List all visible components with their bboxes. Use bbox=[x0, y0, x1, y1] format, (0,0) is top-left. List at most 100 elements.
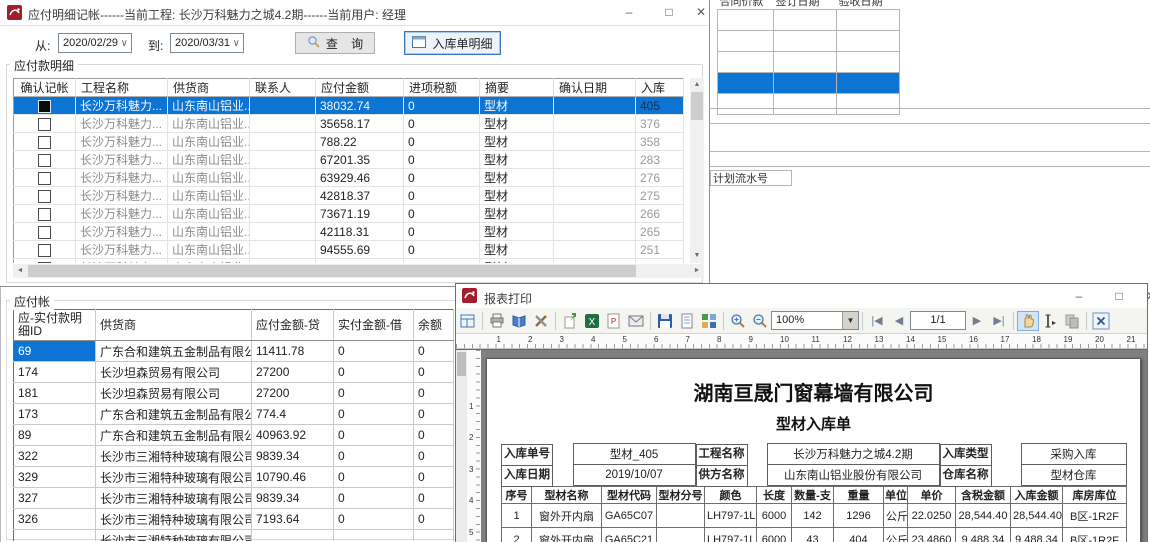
cell[interactable]: 型材 bbox=[480, 223, 554, 241]
column-header[interactable]: 签订日期 bbox=[774, 0, 837, 10]
minimize-button[interactable]: – bbox=[612, 0, 646, 24]
save-icon[interactable] bbox=[654, 311, 676, 331]
cell[interactable] bbox=[774, 10, 837, 31]
cell[interactable] bbox=[837, 52, 900, 73]
cell[interactable]: 0 bbox=[404, 241, 480, 259]
cell[interactable] bbox=[334, 530, 414, 542]
confirm-checkbox[interactable] bbox=[38, 208, 51, 221]
cell[interactable]: 长沙万科魅力... bbox=[76, 187, 168, 205]
cell[interactable]: 376 bbox=[636, 115, 684, 133]
cell[interactable]: 0 bbox=[404, 151, 480, 169]
export-pdf-icon[interactable]: P bbox=[603, 311, 625, 331]
cell[interactable]: 9839.34 bbox=[252, 446, 334, 467]
cell[interactable]: 长沙万科魅力... bbox=[76, 97, 168, 115]
chevron-down-icon[interactable]: ▼ bbox=[842, 312, 858, 329]
vertical-scrollbar[interactable]: ▲ ▼ bbox=[690, 78, 704, 263]
cell[interactable] bbox=[774, 52, 837, 73]
payable-row[interactable]: 329长沙市三湘特种玻璃有限公司10790.4600 bbox=[14, 467, 454, 488]
cell[interactable]: 山东南山铝业... bbox=[168, 151, 250, 169]
cell[interactable]: 山东南山铝业... bbox=[168, 169, 250, 187]
cell[interactable]: 326 bbox=[14, 509, 96, 530]
cell[interactable]: 0 bbox=[414, 362, 454, 383]
bg-row[interactable] bbox=[718, 94, 900, 115]
design-view-icon[interactable] bbox=[457, 311, 479, 331]
cell[interactable]: 山东南山铝业... bbox=[168, 223, 250, 241]
cell[interactable]: 0 bbox=[334, 425, 414, 446]
cell[interactable]: 0 bbox=[404, 97, 480, 115]
cell[interactable] bbox=[14, 530, 96, 542]
cell[interactable] bbox=[250, 151, 316, 169]
payable-detail-row[interactable]: 长沙万科魅力...山东南山铝业...42118.310型材265 bbox=[14, 223, 684, 241]
bg-row[interactable] bbox=[718, 52, 900, 73]
cell[interactable] bbox=[837, 10, 900, 31]
inbound-detail-button[interactable]: 入库单明细 bbox=[404, 31, 501, 55]
next-page-button[interactable]: ▶ bbox=[966, 311, 988, 331]
cell[interactable]: 0 bbox=[404, 223, 480, 241]
cell[interactable]: 73671.19 bbox=[316, 205, 404, 223]
payable-row[interactable]: 326长沙市三湘特种玻璃有限公司7193.6400 bbox=[14, 509, 454, 530]
minimize-button[interactable]: – bbox=[1062, 284, 1096, 308]
column-header[interactable]: 验收日期 bbox=[837, 0, 900, 10]
bg-row[interactable] bbox=[718, 10, 900, 31]
cell[interactable] bbox=[554, 169, 636, 187]
cell[interactable]: 长沙万科魅力... bbox=[76, 133, 168, 151]
cell[interactable]: 35658.17 bbox=[316, 115, 404, 133]
cell[interactable]: 长沙万科魅力... bbox=[76, 205, 168, 223]
cell[interactable]: 0 bbox=[334, 404, 414, 425]
cell[interactable] bbox=[250, 259, 316, 264]
cell[interactable]: 0 bbox=[414, 446, 454, 467]
cell[interactable]: 329 bbox=[14, 467, 96, 488]
confirm-checkbox[interactable] bbox=[38, 172, 51, 185]
cell-confirm[interactable] bbox=[14, 223, 76, 241]
scroll-down-icon[interactable]: ▼ bbox=[690, 250, 704, 262]
cell[interactable]: 0 bbox=[414, 404, 454, 425]
cell[interactable]: 广东合和建筑五金制品有限公司 bbox=[96, 341, 252, 362]
payable-detail-row[interactable]: 长沙万科魅力...山东南山铝业...94555.690型材251 bbox=[14, 241, 684, 259]
cell[interactable]: 42818.37 bbox=[316, 187, 404, 205]
cell[interactable]: 长沙市三湘特种玻璃有限公司 bbox=[96, 467, 252, 488]
cell[interactable]: 山东南山铝业... bbox=[168, 187, 250, 205]
cell[interactable]: 173 bbox=[14, 404, 96, 425]
column-header[interactable]: 工程名称 bbox=[76, 79, 168, 97]
from-date-select[interactable]: 2020/02/29∨ bbox=[58, 33, 132, 53]
cell[interactable] bbox=[414, 530, 454, 542]
payable-detail-row[interactable]: 长沙万科魅力...山东南山铝业...42818.370型材275 bbox=[14, 187, 684, 205]
cell[interactable] bbox=[837, 94, 900, 115]
cell[interactable]: 0 bbox=[414, 341, 454, 362]
cell[interactable]: 10790.46 bbox=[252, 467, 334, 488]
cell[interactable]: 长沙万科魅力... bbox=[76, 169, 168, 187]
confirm-checkbox[interactable] bbox=[38, 190, 51, 203]
vertical-scrollbar[interactable] bbox=[456, 350, 467, 542]
cell[interactable]: 长沙万科魅力... bbox=[76, 223, 168, 241]
column-header[interactable]: 联系人 bbox=[250, 79, 316, 97]
cell-confirm[interactable] bbox=[14, 97, 76, 115]
column-header[interactable]: 应-实付款明细ID bbox=[14, 310, 96, 341]
cell[interactable]: 型材 bbox=[480, 151, 554, 169]
cell[interactable]: 长沙市三湘特种玻璃有限公司 bbox=[96, 446, 252, 467]
cell[interactable] bbox=[554, 241, 636, 259]
cell-confirm[interactable] bbox=[14, 169, 76, 187]
cell[interactable] bbox=[837, 73, 900, 94]
column-header[interactable]: 实付金额-借 bbox=[334, 310, 414, 341]
chevron-down-icon[interactable]: ∨ bbox=[233, 35, 240, 53]
cell[interactable] bbox=[554, 133, 636, 151]
scroll-up-icon[interactable]: ▲ bbox=[690, 79, 704, 91]
cell[interactable]: 长沙市三湘特种玻璃有限公司 bbox=[96, 530, 252, 542]
cell-confirm[interactable] bbox=[14, 187, 76, 205]
cell[interactable] bbox=[554, 115, 636, 133]
column-header[interactable]: 合同价款 bbox=[718, 0, 774, 10]
confirm-checkbox[interactable] bbox=[38, 118, 51, 131]
cell[interactable]: 63929.46 bbox=[316, 169, 404, 187]
cell[interactable]: 40963.92 bbox=[252, 425, 334, 446]
cell[interactable]: 0 bbox=[334, 467, 414, 488]
cell[interactable]: 山东南山铝业... bbox=[168, 205, 250, 223]
confirm-checkbox[interactable] bbox=[38, 262, 51, 263]
cell[interactable]: 94555.69 bbox=[316, 241, 404, 259]
copy-page-icon[interactable] bbox=[1061, 311, 1083, 331]
cell[interactable]: 0 bbox=[404, 115, 480, 133]
bg-row[interactable] bbox=[718, 73, 900, 94]
options-tools-icon[interactable] bbox=[530, 311, 552, 331]
page-number-input[interactable]: 1/1 bbox=[910, 311, 966, 330]
column-header[interactable]: 余额 bbox=[414, 310, 454, 341]
close-button[interactable]: ✕ bbox=[684, 0, 718, 24]
